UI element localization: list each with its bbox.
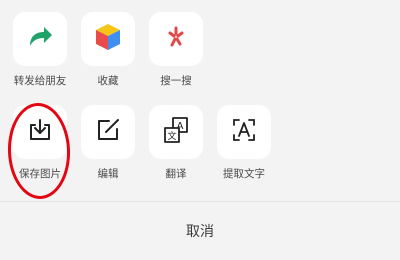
cancel-label: 取消 [186, 224, 214, 240]
search-search-button[interactable] [149, 12, 203, 66]
share-sheet: 转发给朋友 收藏 搜一搜 保存图片 编辑 A 文 翻译 提取文字 取消 [0, 0, 400, 260]
extract-text-label: 提取文字 [223, 168, 265, 180]
forward-to-friend-button[interactable] [13, 12, 67, 66]
translate-button[interactable]: A 文 [149, 105, 203, 159]
translate-icon: A 文 [160, 114, 192, 150]
extract-text-button[interactable] [217, 105, 271, 159]
cube-favorite-icon [91, 20, 125, 58]
cancel-button[interactable]: 取消 [0, 202, 400, 260]
favorite-button[interactable] [81, 12, 135, 66]
search-spark-icon [161, 22, 191, 56]
svg-text:文: 文 [167, 130, 176, 142]
forward-arrow-icon [24, 21, 56, 57]
save-image-button[interactable] [13, 105, 67, 159]
edit-icon [93, 115, 123, 149]
search-search-label: 搜一搜 [160, 75, 192, 87]
edit-button[interactable] [81, 105, 135, 159]
text-extract-icon [229, 115, 259, 149]
download-icon [25, 115, 55, 149]
